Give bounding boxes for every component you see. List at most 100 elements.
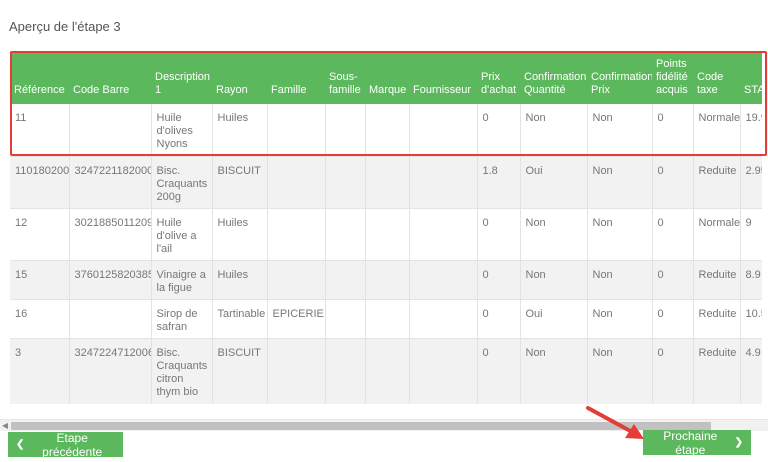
- table-row: 110180200 3247221182000 Bisc. Craquants …: [10, 156, 762, 209]
- table-cell: [409, 260, 478, 300]
- table-cell: 3: [10, 338, 70, 404]
- table-cell: 0: [652, 104, 694, 157]
- table-cell: [365, 208, 410, 261]
- column-header: Code Barre: [69, 52, 151, 104]
- table-cell: Oui: [520, 299, 588, 339]
- table-cell: Normale: [693, 208, 741, 261]
- table-cell: Non: [520, 260, 588, 300]
- table-cell: [267, 208, 326, 261]
- table-cell: 0: [652, 299, 694, 339]
- preview-table-viewport[interactable]: Référence Code Barre Description 1 Rayon…: [10, 52, 762, 404]
- column-header: Points fidélité acquis: [652, 52, 693, 104]
- table-cell: Huile d'olive a l'ail: [151, 208, 213, 261]
- column-header: Marque: [365, 52, 409, 104]
- table-cell: Non: [587, 156, 653, 209]
- table-cell: Bisc. Craquants 200g: [151, 156, 213, 209]
- column-header: Fournisseur: [409, 52, 477, 104]
- table-cell: Huiles: [212, 260, 268, 300]
- table-cell: Non: [587, 104, 653, 157]
- table-cell: EPICERIE: [267, 299, 326, 339]
- column-header: STAT Prix: [740, 52, 762, 104]
- table-cell: 15: [10, 260, 70, 300]
- table-cell: [365, 338, 410, 404]
- table-cell: [267, 338, 326, 404]
- table-cell: Non: [520, 104, 588, 157]
- table-cell: Bisc. Craquants citron thym bio: [151, 338, 213, 404]
- table-cell: [325, 156, 366, 209]
- table-cell: 0: [477, 299, 521, 339]
- table-row: 16 Sirop de safran Tartinable EPICERIE 0…: [10, 299, 762, 339]
- table-cell: [409, 156, 478, 209]
- column-header: Famille: [267, 52, 325, 104]
- preview-table: Référence Code Barre Description 1 Rayon…: [10, 52, 762, 404]
- table-cell: [69, 104, 152, 157]
- table-cell: 8.9: [740, 260, 762, 300]
- page-title: Aperçu de l'étape 3: [9, 19, 121, 34]
- chevron-left-icon: ❮: [16, 439, 25, 450]
- table-cell: Normale: [693, 104, 741, 157]
- table-cell: 110180200: [10, 156, 70, 209]
- column-header: Référence: [10, 52, 69, 104]
- table-cell: [325, 208, 366, 261]
- table-cell: Reduite: [693, 260, 741, 300]
- table-row: 11 Huile d'olives Nyons Huiles 0 Non Non…: [10, 104, 762, 157]
- next-step-button[interactable]: Prochaine étape ❯: [643, 428, 751, 457]
- table-cell: [325, 299, 366, 339]
- table-cell: [365, 104, 410, 157]
- table-cell: 0: [477, 208, 521, 261]
- table-cell: Vinaigre a la figue: [151, 260, 213, 300]
- table-cell: 1.8: [477, 156, 521, 209]
- table-cell: [69, 299, 152, 339]
- table-cell: [365, 299, 410, 339]
- table-cell: 3021885011209: [69, 208, 152, 261]
- table-cell: [267, 156, 326, 209]
- column-header: Sous-famille: [325, 52, 365, 104]
- table-cell: [409, 104, 478, 157]
- table-cell: BISCUIT: [212, 156, 268, 209]
- table-cell: [409, 338, 478, 404]
- table-cell: [409, 299, 478, 339]
- table-cell: 12: [10, 208, 70, 261]
- table-cell: 3247221182000: [69, 156, 152, 209]
- table-cell: 11: [10, 104, 70, 157]
- table-cell: 0: [477, 104, 521, 157]
- table-cell: Reduite: [693, 156, 741, 209]
- table-cell: 3760125820385: [69, 260, 152, 300]
- table-cell: Sirop de safran: [151, 299, 213, 339]
- table-cell: Non: [520, 338, 588, 404]
- table-cell: 0: [652, 156, 694, 209]
- next-step-label: Prochaine étape: [663, 428, 718, 457]
- previous-step-button[interactable]: ❮ Etape précédente: [8, 431, 123, 459]
- table-cell: 4.9: [740, 338, 762, 404]
- table-row: 3 3247224712006 Bisc. Craquants citron t…: [10, 338, 762, 404]
- table-cell: Oui: [520, 156, 588, 209]
- chevron-right-icon: ❯: [734, 437, 743, 448]
- table-row: 12 3021885011209 Huile d'olive a l'ail H…: [10, 208, 762, 261]
- column-header: Rayon: [212, 52, 267, 104]
- scroll-left-arrow-icon[interactable]: ◀: [1, 421, 9, 430]
- table-cell: [267, 260, 326, 300]
- table-cell: Huile d'olives Nyons: [151, 104, 213, 157]
- table-cell: Non: [587, 260, 653, 300]
- table-cell: Tartinable: [212, 299, 268, 339]
- table-header-row: Référence Code Barre Description 1 Rayon…: [10, 52, 762, 104]
- table-cell: 19.9: [740, 104, 762, 157]
- table-cell: Non: [587, 299, 653, 339]
- scrollbar-thumb[interactable]: [11, 422, 711, 430]
- table-cell: [325, 104, 366, 157]
- table-cell: Reduite: [693, 338, 741, 404]
- table-cell: [325, 338, 366, 404]
- table-cell: [409, 208, 478, 261]
- table-cell: [267, 104, 326, 157]
- table-cell: BISCUIT: [212, 338, 268, 404]
- table-cell: Non: [587, 338, 653, 404]
- table-cell: [325, 260, 366, 300]
- table-cell: Huiles: [212, 104, 268, 157]
- table-cell: Non: [520, 208, 588, 261]
- column-header: Description 1: [151, 52, 212, 104]
- table-cell: Reduite: [693, 299, 741, 339]
- table-cell: 0: [652, 208, 694, 261]
- table-cell: 0: [652, 260, 694, 300]
- table-cell: Huiles: [212, 208, 268, 261]
- column-header: Confirmation Quantité: [520, 52, 587, 104]
